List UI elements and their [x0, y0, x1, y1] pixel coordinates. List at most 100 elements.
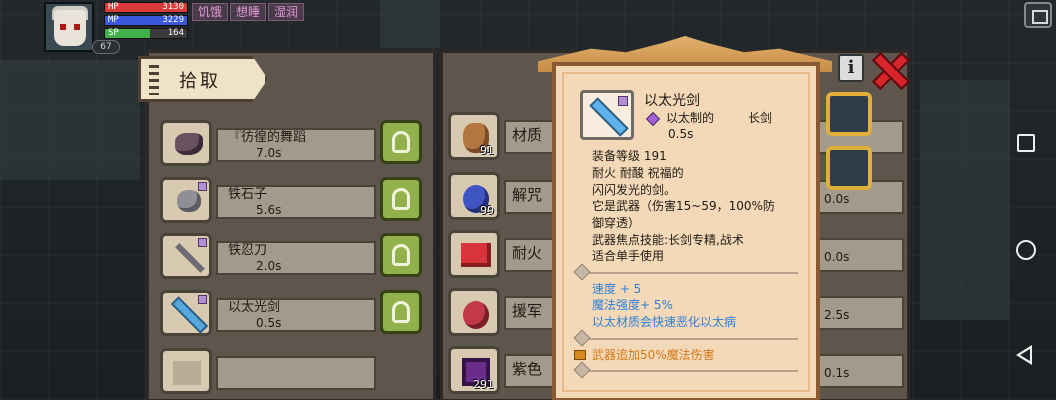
background-chest [380, 0, 440, 48]
item-time: 2.0s [256, 259, 282, 273]
item-time: 0.0s [824, 250, 850, 264]
item-time: 0.1s [824, 366, 850, 380]
portrait-face [54, 10, 86, 46]
screenshot-button[interactable] [1024, 2, 1052, 28]
home-icon[interactable] [1016, 240, 1036, 260]
item-time: 7.0s [256, 146, 282, 160]
item-slot[interactable]: 99 [448, 172, 500, 220]
item-name: 耐火 [512, 244, 543, 262]
item-slot[interactable] [160, 348, 212, 394]
tooltip-desc-line: 耐火 耐酸 祝福的 [592, 166, 684, 180]
fireproof-scroll-icon [461, 243, 491, 267]
tooltip-item-icon [580, 90, 634, 140]
tooltip-bonus-line: 魔法强度+ 5% [592, 298, 673, 312]
tooltip-desc-line: 适合单手使用 [592, 249, 665, 263]
tooltip-weapon-type: 长剑 [748, 111, 773, 125]
mp-bar: MP 3229 [104, 15, 188, 26]
background-tiles [0, 60, 140, 180]
item-tooltip: 以太光剑 以太制的 长剑 0.5s 装备等级 191 耐火 耐酸 祝福的 闪闪发… [552, 62, 820, 400]
iron-stone-icon [177, 190, 201, 212]
tooltip-material: 以太制的 [666, 111, 715, 125]
pickup-button[interactable] [380, 177, 422, 221]
sp-bar: SP 164 [104, 28, 188, 39]
pickup-button[interactable] [380, 120, 422, 164]
background-wall [920, 80, 1010, 320]
tooltip-desc-line: 它是武器（伤害15~59，100%防 [592, 199, 775, 213]
empty-slot-icon [173, 361, 201, 385]
item-name: 『彷徨的舞蹈 [228, 130, 307, 145]
tooltip-divider [573, 361, 798, 379]
item-slot[interactable] [160, 233, 212, 279]
hand-icon [392, 188, 410, 210]
item-slot[interactable] [448, 288, 500, 336]
reinforcement-flask-icon [463, 301, 489, 329]
item-slot[interactable]: 291 [448, 346, 500, 394]
status-hungry[interactable]: 饥饿 [192, 3, 229, 21]
item-time: 0.5s [256, 316, 282, 330]
sp-label: SP [108, 28, 119, 38]
item-slot[interactable] [160, 120, 212, 166]
equipment-slot[interactable] [826, 146, 872, 190]
item-name: 以太光剑 [228, 300, 281, 315]
pickup-item-row[interactable] [160, 348, 430, 396]
hand-icon [392, 301, 410, 323]
pickup-item-row[interactable]: 以太光剑 0.5s [160, 290, 430, 338]
tooltip-duration: 0.5s [668, 127, 694, 141]
item-name: 援军 [512, 302, 543, 320]
tooltip-desc-line: 闪闪发光的剑。 [592, 183, 677, 197]
tooltip-divider [573, 329, 798, 347]
item-slot[interactable]: 91 [448, 112, 500, 160]
portrait-eye [74, 24, 80, 30]
iron-ninja-blade-icon [175, 243, 205, 273]
dance-book-icon [175, 133, 203, 155]
item-tag-icon [198, 238, 207, 247]
tooltip-desc-line: 御穿透） [592, 216, 641, 230]
status-sleepy[interactable]: 想睡 [230, 3, 267, 21]
tooltip-desc-line: 武器焦点技能:长剑专精,战术 [592, 233, 744, 247]
hp-bar: HP 3130 [104, 2, 188, 13]
item-tag-icon [198, 182, 207, 191]
item-count: 99 [480, 204, 494, 217]
item-slot[interactable] [160, 177, 212, 223]
mp-label: MP [108, 15, 119, 25]
item-name: 铁石子 [228, 187, 268, 202]
pickup-item-row[interactable]: 铁忍刀 2.0s [160, 233, 430, 281]
mp-value: 3229 [162, 15, 184, 25]
tooltip-bonus-line: 以太材质会快速恶化以太病 [592, 315, 737, 329]
item-slot[interactable] [160, 290, 212, 336]
back-icon-inner [1020, 349, 1030, 361]
item-time: 2.5s [824, 308, 850, 322]
item-time: 0.0s [824, 192, 850, 206]
item-name: 紫色 [512, 360, 543, 378]
player-portrait[interactable] [44, 2, 94, 52]
item-tag-icon [198, 295, 207, 304]
item-count: 291 [473, 378, 494, 391]
hand-icon [392, 131, 410, 153]
tooltip-item-name: 以太光剑 [644, 93, 700, 109]
pickup-item-row[interactable]: 铁石子 5.6s [160, 177, 430, 225]
enchant-key-icon [574, 350, 586, 360]
info-button[interactable]: i [838, 54, 864, 82]
item-slot[interactable] [448, 230, 500, 278]
item-name: 材质 [512, 126, 543, 144]
pickup-item-row[interactable]: 『彷徨的舞蹈 7.0s [160, 120, 430, 168]
recent-apps-icon[interactable] [1017, 134, 1035, 152]
item-count: 91 [480, 144, 494, 157]
tooltip-divider [573, 263, 798, 281]
hp-value: 3130 [162, 2, 184, 12]
sp-value: 164 [167, 28, 184, 38]
close-icon[interactable] [872, 52, 906, 86]
item-bar [216, 356, 376, 390]
tooltip-desc-line: 装备等级 191 [592, 149, 667, 163]
notebook-rings [149, 65, 159, 95]
equipment-slot[interactable] [826, 92, 872, 136]
item-name: 铁忍刀 [228, 243, 268, 258]
portrait-eye [60, 24, 66, 30]
pickup-title-tab: 拾取 [138, 56, 268, 102]
pickup-button[interactable] [380, 290, 422, 334]
hp-label: HP [108, 2, 119, 12]
pickup-button[interactable] [380, 233, 422, 277]
item-name: 解咒 [512, 186, 543, 204]
tooltip-enchant: 武器追加50%魔法伤害 [592, 348, 715, 362]
status-wet[interactable]: 湿润 [268, 3, 305, 21]
